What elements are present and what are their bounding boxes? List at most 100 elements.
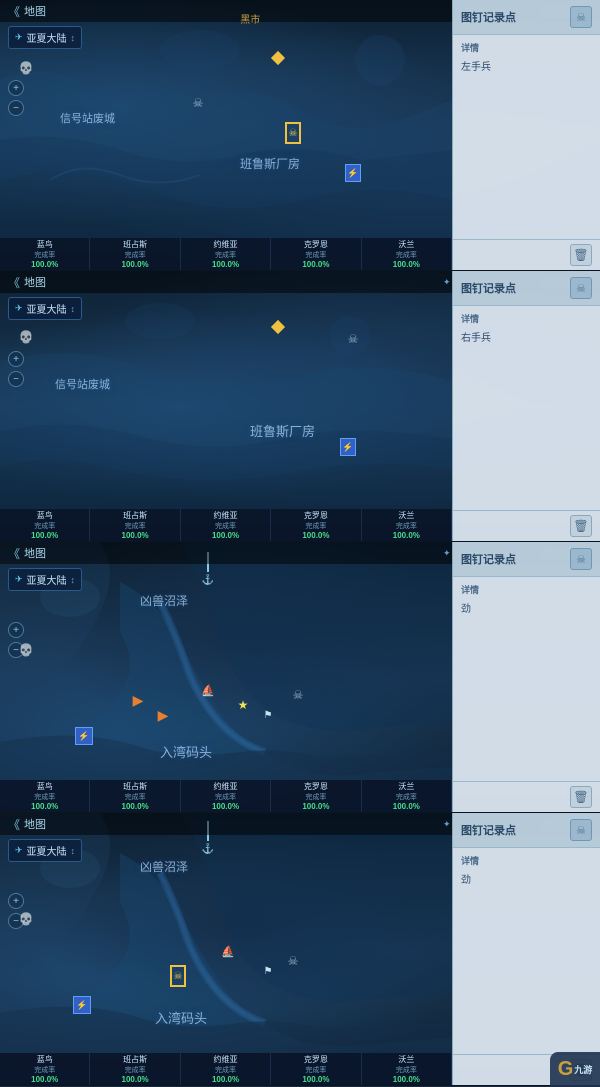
arrow-marker-3b: ▶ xyxy=(155,707,171,723)
zoom-in-btn-2[interactable]: + xyxy=(8,351,24,367)
delete-btn-2[interactable]: 🗑 xyxy=(570,515,592,537)
zoom-in-btn-3[interactable]: + xyxy=(8,622,24,638)
marker-2c: ☠ xyxy=(345,331,361,347)
panel-1: 《 地图 黑市 当前坐标(-221.9,304.0) S8 19 1 ✈ 亚夏大… xyxy=(0,0,600,271)
jiuyou-text: 九游 xyxy=(574,1063,592,1076)
region-arrows-2: ↕ xyxy=(71,304,76,314)
stat-sub-4-1: 完成率 xyxy=(125,1065,146,1075)
zoom-in-btn-1[interactable]: + xyxy=(8,80,24,96)
blue-square-4: ⚡ xyxy=(73,996,91,1014)
stat-name-3-0: 蓝鸟 xyxy=(37,781,53,792)
side-panel-title-2: 图钉记录点 xyxy=(461,280,516,296)
side-panel-title-3: 图钉记录点 xyxy=(461,551,516,567)
stat-name-2-0: 蓝鸟 xyxy=(37,510,53,521)
stat-pct-3-4: 100.0% xyxy=(393,802,420,811)
stat-pct-3-2: 100.0% xyxy=(212,802,239,811)
npc-marker-3: ⚑ xyxy=(260,707,276,723)
stat-name-3-1: 班占斯 xyxy=(123,781,147,792)
stat-item-2-1: 班占斯 完成率 100.0% xyxy=(90,509,180,541)
skull-icon-2a: 💀 xyxy=(19,330,34,344)
stat-name-2-4: 沃兰 xyxy=(398,510,414,521)
side-panel-footer-2: 🗑 xyxy=(453,510,600,541)
side-panel-footer-3: 🗑 xyxy=(453,781,600,812)
stat-name-3-3: 克罗恩 xyxy=(304,781,328,792)
stat-item-3-4: 沃兰 完成率 100.0% xyxy=(362,780,452,812)
stat-pct-3-1: 100.0% xyxy=(122,802,149,811)
marker-4a: 💀 xyxy=(18,911,34,927)
delete-btn-3[interactable]: 🗑 xyxy=(570,786,592,808)
blue-square-2: ⚡ xyxy=(340,438,356,456)
stat-sub-3-4: 完成率 xyxy=(396,792,417,802)
stat-item-1-0: 蓝鸟 完成率 100.0% xyxy=(0,238,90,270)
detail-value-1: 左手兵 xyxy=(461,58,592,73)
stat-bar-2: 蓝鸟 完成率 100.0% 班占斯 完成率 100.0% 约维亚 完成率 100… xyxy=(0,509,452,541)
stat-sub-3-2: 完成率 xyxy=(215,792,236,802)
stat-pct-3-3: 100.0% xyxy=(302,802,329,811)
skull-marker-3: ☠ xyxy=(290,687,306,703)
side-panel-body-2: 详情 右手兵 xyxy=(453,306,600,510)
region-icon-3: ✈ xyxy=(15,574,23,585)
side-panel-body-1: 详情 左手兵 xyxy=(453,35,600,239)
stat-item-3-3: 克罗恩 完成率 100.0% xyxy=(271,780,361,812)
stat-sub-2-4: 完成率 xyxy=(396,521,417,531)
zoom-out-btn-2[interactable]: − xyxy=(8,371,24,387)
boat-marker-4: ⛵ xyxy=(220,943,236,959)
pin-symbol-4: ☠ xyxy=(576,824,586,837)
back-nav-3[interactable]: 《 地图 xyxy=(8,545,46,562)
zoom-in-btn-4[interactable]: + xyxy=(8,893,24,909)
stat-sub-1-2: 完成率 xyxy=(215,250,236,260)
detail-value-2: 右手兵 xyxy=(461,329,592,344)
stat-item-3-1: 班占斯 完成率 100.0% xyxy=(90,780,180,812)
side-panel-3: 图钉记录点 ☠ 详情 劲 🗑 xyxy=(452,542,600,812)
map-label-4: 地图 xyxy=(24,816,46,832)
diamond-marker-2 xyxy=(270,319,286,335)
pin-symbol-3: ☠ xyxy=(576,553,586,566)
skull-marker-4: ☠ xyxy=(285,953,301,969)
stat-pct-4-1: 100.0% xyxy=(122,1075,149,1084)
pin-icon-btn-2[interactable]: ☠ xyxy=(570,277,592,299)
stat-pct-3-0: 100.0% xyxy=(31,802,58,811)
npc-icon-4: ⚑ xyxy=(264,966,273,977)
stat-item-1-4: 沃兰 完成率 100.0% xyxy=(362,238,452,270)
stat-item-2-4: 沃兰 完成率 100.0% xyxy=(362,509,452,541)
zoom-out-btn-1[interactable]: − xyxy=(8,100,24,116)
delete-btn-1[interactable]: 🗑 xyxy=(570,244,592,266)
side-panel-header-2: 图钉记录点 ☠ xyxy=(453,271,600,306)
skull-icon-3a: 💀 xyxy=(19,643,34,657)
region-arrows-4: ↕ xyxy=(71,846,76,856)
npc-marker-4: ⚑ xyxy=(260,963,276,979)
stat-sub-4-3: 完成率 xyxy=(305,1065,326,1075)
stat-sub-2-1: 完成率 xyxy=(125,521,146,531)
player-marker-3: ★ xyxy=(235,697,251,713)
detail-label-1: 详情 xyxy=(461,41,592,54)
stat-item-4-4: 沃兰 完成率 100.0% xyxy=(362,1053,452,1085)
stat-sub-4-4: 完成率 xyxy=(396,1065,417,1075)
stat-item-4-0: 蓝鸟 完成率 100.0% xyxy=(0,1053,90,1085)
back-nav-2[interactable]: 《 地图 xyxy=(8,274,46,291)
jiuyou-logo: G 九游 xyxy=(550,1052,600,1087)
pin-icon-btn-4[interactable]: ☠ xyxy=(570,819,592,841)
blue-marker-1: ⚡ xyxy=(345,165,361,181)
region-arrows-1: ↕ xyxy=(71,33,76,43)
stat-name-4-4: 沃兰 xyxy=(398,1054,414,1065)
stat-sub-4-2: 完成率 xyxy=(215,1065,236,1075)
stat-sub-2-3: 完成率 xyxy=(305,521,326,531)
back-arrow-icon-4: 《 xyxy=(8,816,20,833)
pin-icon-btn-3[interactable]: ☠ xyxy=(570,548,592,570)
marker-1b: ☠ xyxy=(190,95,206,111)
skull-icon-3c: ☠ xyxy=(293,688,304,702)
target-box-1: ☠ xyxy=(285,122,301,144)
back-nav-1[interactable]: 《 地图 xyxy=(8,3,46,20)
pin-icon-btn-1[interactable]: ☠ xyxy=(570,6,592,28)
stat-name-4-2: 约维亚 xyxy=(214,1054,238,1065)
stat-item-1-1: 班占斯 完成率 100.0% xyxy=(90,238,180,270)
stat-pct-1-2: 100.0% xyxy=(212,260,239,269)
stat-item-2-0: 蓝鸟 完成率 100.0% xyxy=(0,509,90,541)
detail-label-4: 详情 xyxy=(461,854,592,867)
back-nav-4[interactable]: 《 地图 xyxy=(8,816,46,833)
side-panel-4: 图钉记录点 ☠ 详情 劲 🗑 xyxy=(452,813,600,1085)
side-panel-body-3: 详情 劲 xyxy=(453,577,600,781)
region-icon-2: ✈ xyxy=(15,303,23,314)
pin-symbol-1: ☠ xyxy=(576,11,586,24)
stat-item-2-3: 克罗恩 完成率 100.0% xyxy=(271,509,361,541)
